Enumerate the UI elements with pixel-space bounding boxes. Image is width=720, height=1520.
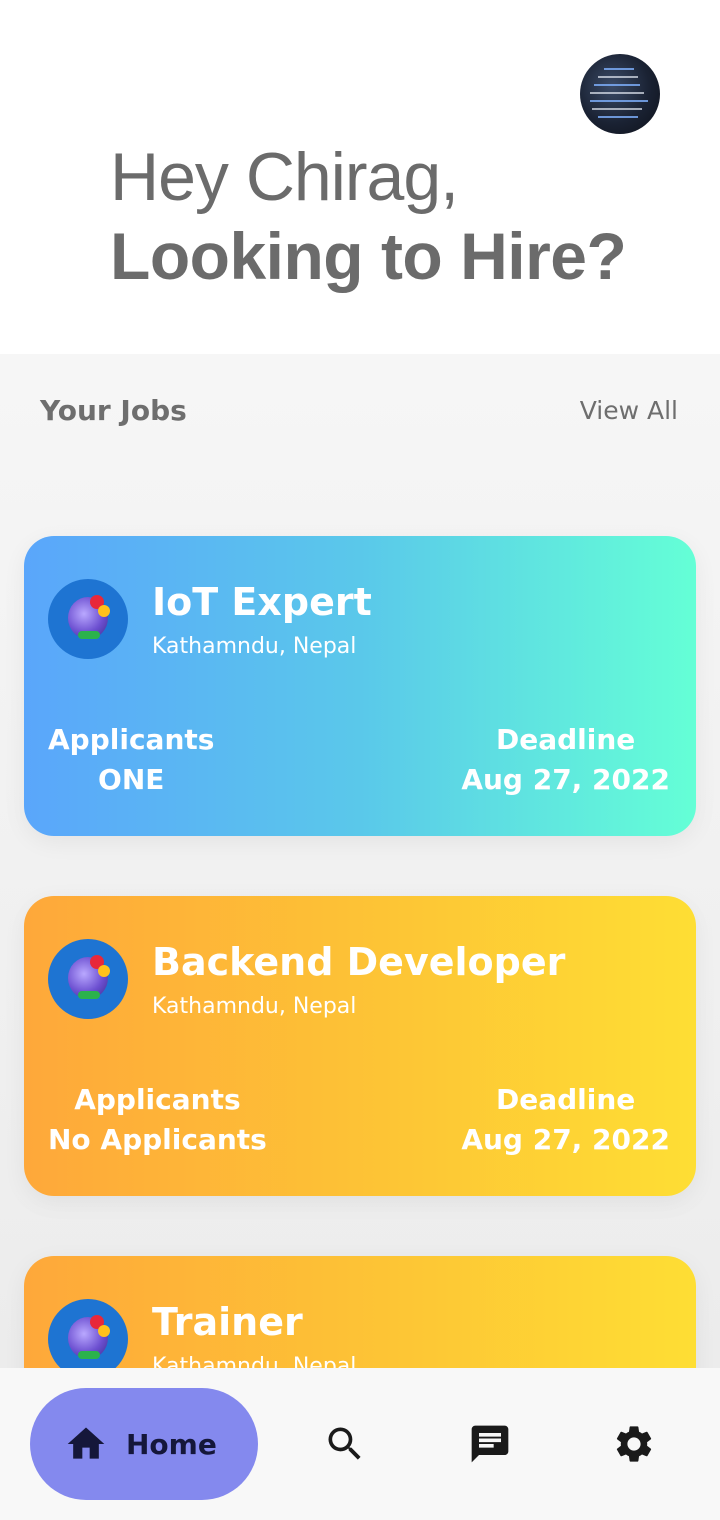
- nav-home-label: Home: [126, 1427, 217, 1461]
- job-location: Kathamndu, Nepal: [152, 1354, 357, 1368]
- jobs-content: Your Jobs View All IoT Expert Kathamndu,…: [0, 354, 720, 1368]
- applicants-block: Applicants ONE: [48, 720, 214, 800]
- deadline-block: Deadline Aug 27, 2022: [461, 720, 670, 800]
- job-location: Kathamndu, Nepal: [152, 634, 357, 659]
- deadline-label: Deadline: [496, 723, 636, 756]
- headline-text: Looking to Hire?: [110, 219, 627, 293]
- applicants-label: Applicants: [48, 723, 215, 756]
- chat-icon[interactable]: [468, 1422, 512, 1466]
- applicants-value: ONE: [98, 763, 165, 796]
- job-location: Kathamndu, Nepal: [152, 994, 357, 1019]
- search-icon[interactable]: [323, 1422, 367, 1466]
- greeting-text: Hey Chirag,: [110, 139, 459, 215]
- deadline-value: Aug 27, 2022: [461, 1123, 670, 1156]
- nav-home-button[interactable]: Home: [30, 1388, 258, 1500]
- applicants-label: Applicants: [74, 1083, 241, 1116]
- bottom-navigation: Home: [0, 1368, 720, 1520]
- job-title: Trainer: [152, 1300, 303, 1344]
- company-logo-icon: [48, 579, 128, 659]
- company-logo-icon: [48, 1299, 128, 1368]
- deadline-label: Deadline: [496, 1083, 636, 1116]
- deadline-value: Aug 27, 2022: [461, 763, 670, 796]
- applicants-block: Applicants No Applicants: [48, 1080, 267, 1160]
- job-title: Backend Developer: [152, 940, 566, 984]
- view-all-link[interactable]: View All: [580, 396, 678, 425]
- settings-icon[interactable]: [612, 1422, 656, 1466]
- job-card[interactable]: IoT Expert Kathamndu, Nepal Applicants O…: [24, 536, 696, 836]
- job-card[interactable]: Trainer Kathamndu, Nepal: [24, 1256, 696, 1368]
- applicants-value: No Applicants: [48, 1123, 267, 1156]
- home-icon: [67, 1427, 105, 1459]
- section-title: Your Jobs: [40, 394, 187, 427]
- company-logo-icon: [48, 939, 128, 1019]
- header: Hey Chirag, Looking to Hire?: [0, 0, 720, 354]
- job-title: IoT Expert: [152, 580, 372, 624]
- user-avatar[interactable]: [580, 54, 660, 134]
- deadline-block: Deadline Aug 27, 2022: [461, 1080, 670, 1160]
- job-card[interactable]: Backend Developer Kathamndu, Nepal Appli…: [24, 896, 696, 1196]
